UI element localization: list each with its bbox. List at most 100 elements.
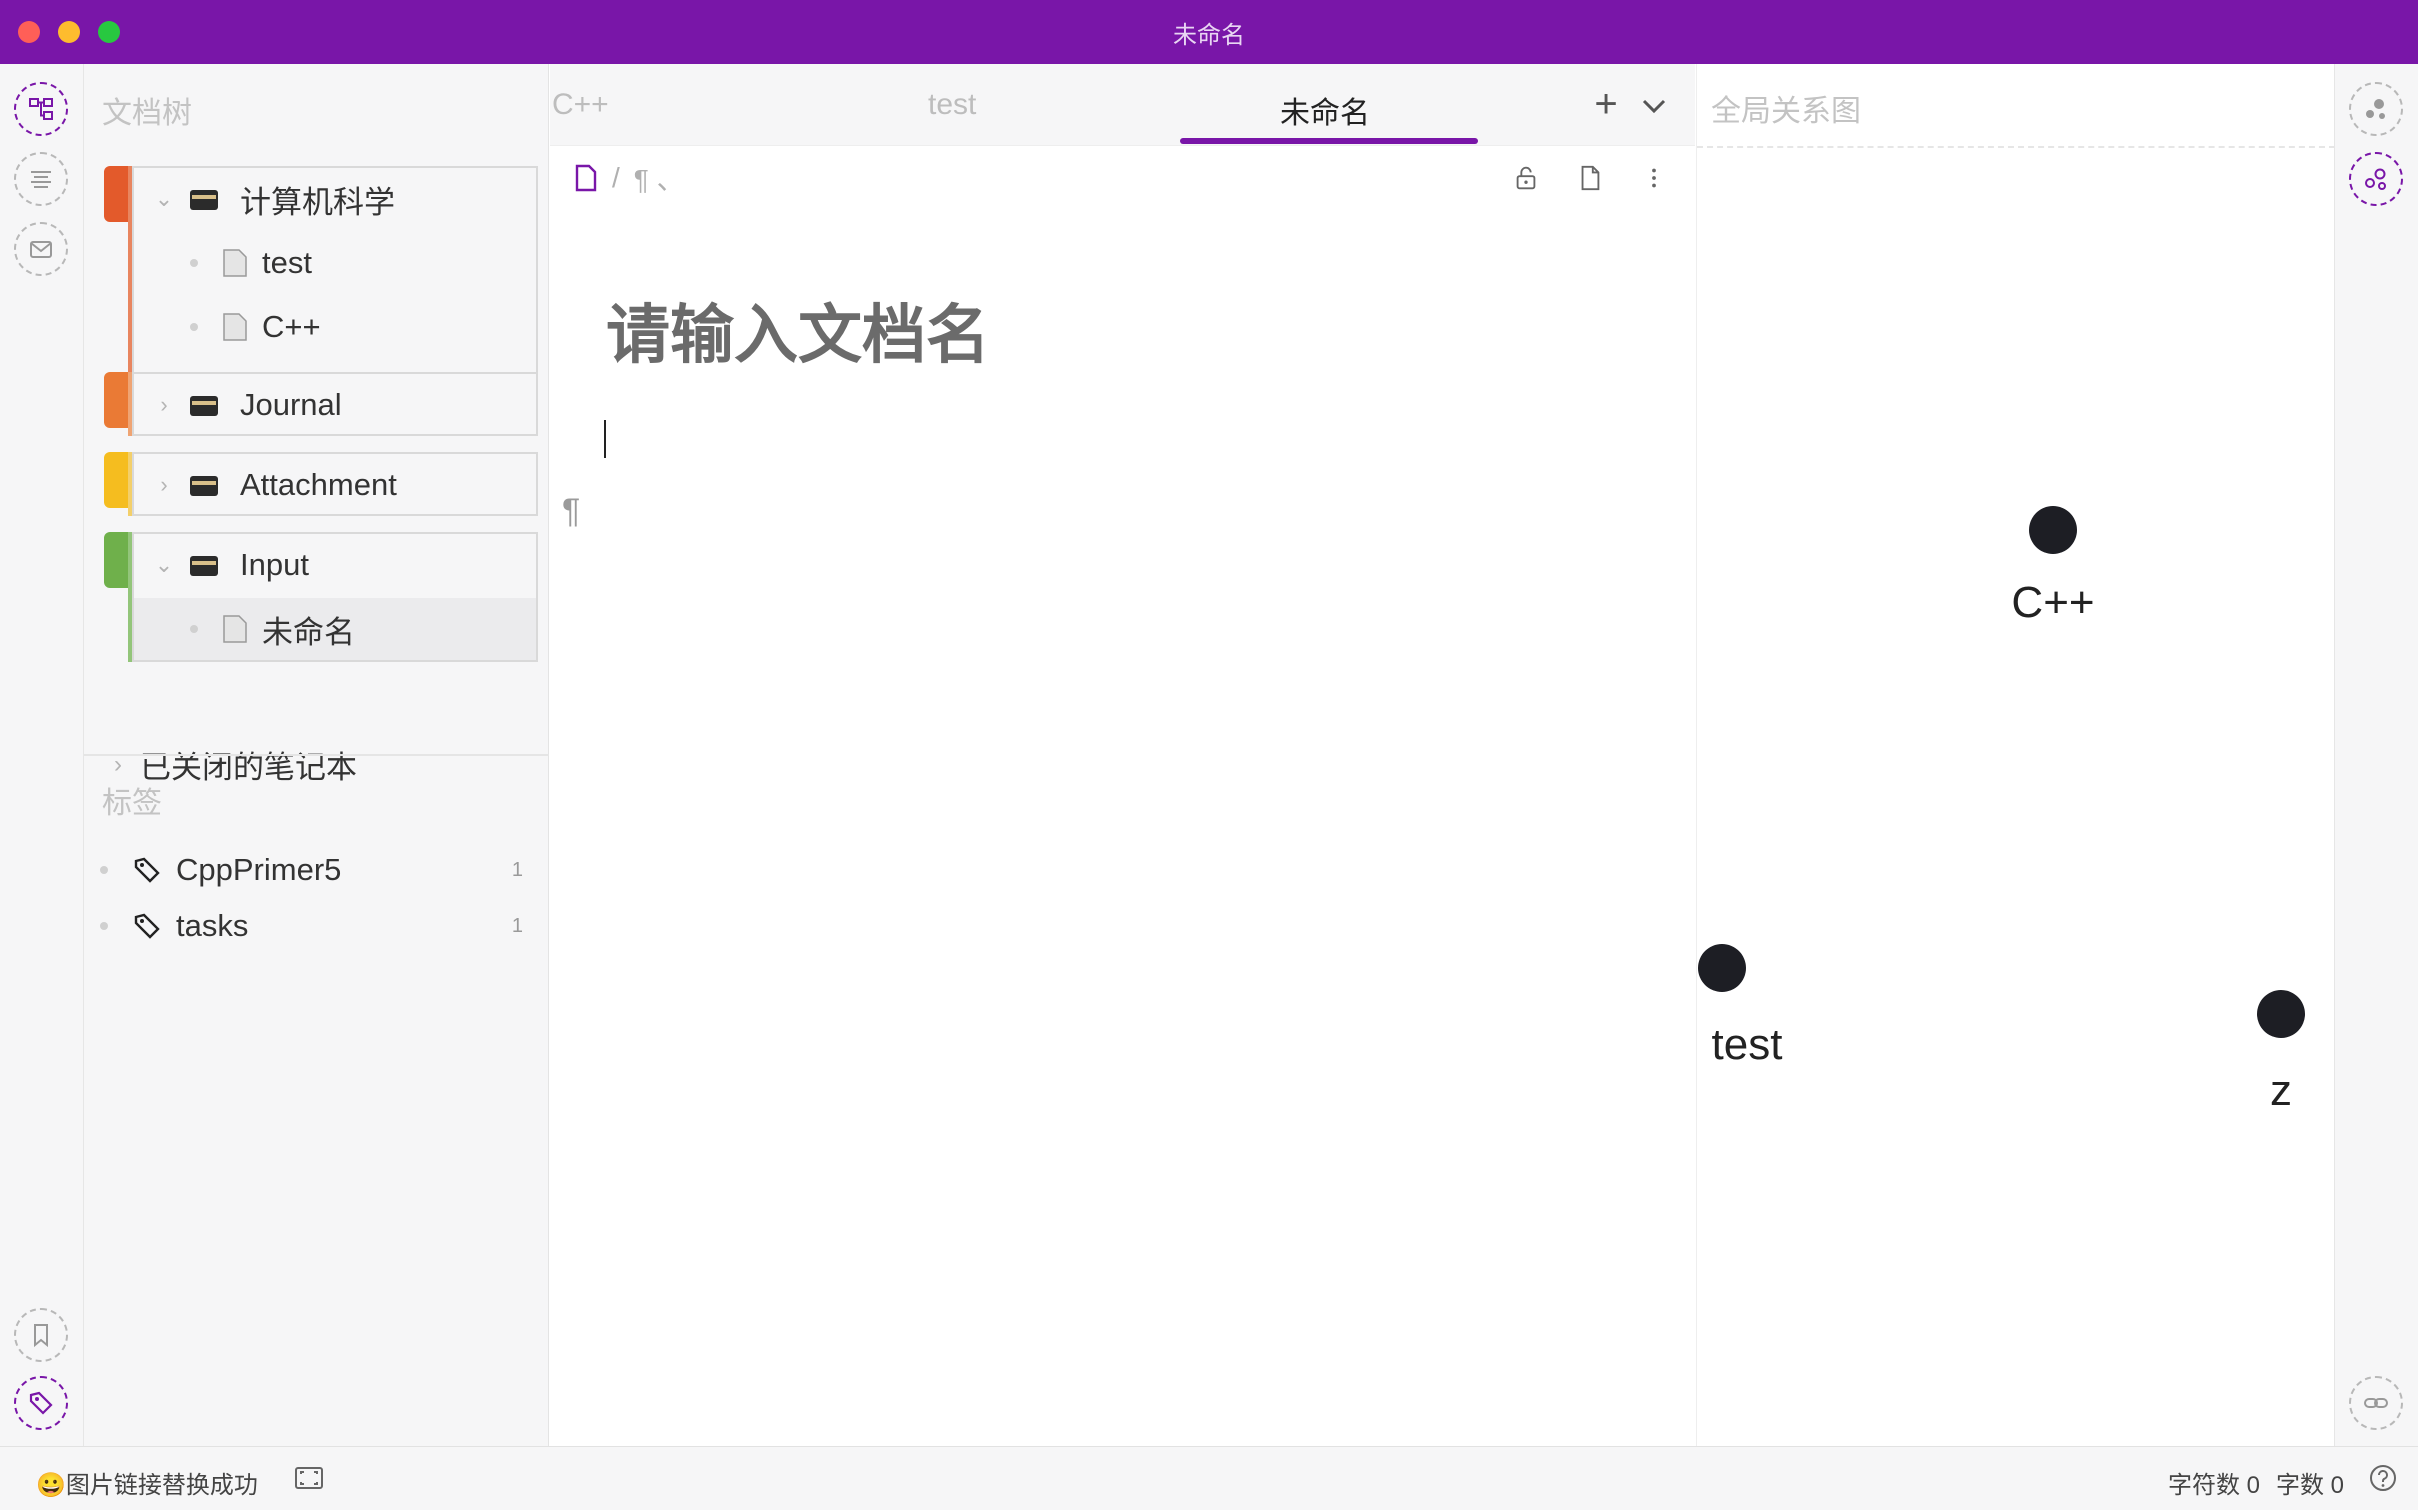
file-icon — [1581, 165, 1600, 191]
notebook-row[interactable]: ⌄ Input — [134, 534, 536, 596]
text-caret — [604, 420, 606, 458]
tags-title: 标签 — [102, 787, 162, 820]
graph-icon — [2366, 99, 2385, 119]
local-graph-dock-button[interactable] — [2349, 82, 2403, 136]
char-count: 字符数 0 — [2168, 1472, 2261, 1499]
outline-icon — [31, 171, 51, 188]
chevron-down-icon[interactable] — [1636, 88, 1672, 124]
bookmark-icon — [34, 1324, 48, 1348]
bullet-dot — [190, 259, 198, 267]
window-title: 未命名 — [1173, 21, 1245, 49]
left-dock — [0, 64, 84, 1446]
notebook-icon — [190, 556, 218, 576]
closed-notebooks-label: 已关闭的笔记本 — [140, 750, 357, 785]
notebook-journal: › Journal — [94, 372, 538, 436]
chevron-down-icon[interactable]: ⌄ — [154, 186, 174, 211]
bullet-dot — [100, 866, 108, 874]
bullet-dot — [190, 625, 198, 633]
breadcrumb-separator: / — [612, 162, 620, 193]
doc-name: 未命名 — [262, 614, 355, 650]
file-tree-dock-button[interactable] — [14, 82, 68, 136]
tag-name: tasks — [176, 908, 249, 943]
link-icon — [2364, 1398, 2388, 1408]
doc-name: C++ — [262, 309, 321, 344]
screenshot-icon[interactable] — [294, 1465, 324, 1491]
tag-icon — [134, 913, 160, 939]
document-icon — [223, 249, 247, 277]
notebook-name: Input — [240, 547, 309, 582]
tab-test[interactable]: test — [928, 88, 976, 122]
tab-cpp[interactable]: C++ — [552, 88, 609, 122]
tag-name: CppPrimer5 — [176, 852, 342, 887]
doc-row-untitled[interactable]: 未命名 — [134, 598, 536, 660]
notebook-icon — [190, 476, 218, 496]
tag-row-tasks[interactable]: tasks 1 — [84, 898, 549, 954]
chevron-down-icon[interactable]: ⌄ — [154, 552, 174, 577]
tab-bar: C++ test 未命名 + — [550, 64, 1695, 146]
tag-count: 1 — [511, 858, 523, 881]
doc-row-test[interactable]: test — [134, 232, 536, 294]
unlock-icon — [1516, 166, 1536, 190]
doc-info-button[interactable] — [1572, 160, 1608, 196]
file-tree-title: 文档树 — [102, 97, 192, 130]
notebook-row[interactable]: › Journal — [134, 374, 536, 436]
tag-count: 1 — [511, 914, 523, 937]
global-graph-panel: 全局关系图 C++ test z — [1696, 64, 2335, 1446]
close-window-button[interactable] — [18, 21, 40, 43]
chevron-right-icon[interactable]: › — [154, 392, 174, 417]
notebook-attachment: › Attachment — [94, 452, 538, 516]
more-options-button[interactable] — [1636, 160, 1672, 196]
panel-divider — [84, 754, 549, 756]
tags-dock-button[interactable] — [14, 1376, 68, 1430]
editor-panel: C++ test 未命名 + / ¶ 、 请输入文档名 ¶ — [550, 64, 1695, 1446]
minimize-window-button[interactable] — [58, 21, 80, 43]
breadcrumb-item[interactable]: ¶ 、 — [634, 158, 685, 198]
global-graph-dock-button[interactable] — [2349, 152, 2403, 206]
tag-icon — [134, 857, 160, 883]
graph-title: 全局关系图 — [1711, 95, 1861, 128]
graph-node-label: z — [2270, 1066, 2292, 1115]
paragraph-block-icon[interactable]: ¶ — [562, 492, 580, 531]
bookmark-dock-button[interactable] — [14, 1308, 68, 1362]
status-message: 😀图片链接替换成功 — [36, 1472, 258, 1499]
notebook-icon — [190, 190, 218, 210]
doc-row-cpp[interactable]: C++ — [134, 296, 536, 358]
maximize-window-button[interactable] — [98, 21, 120, 43]
tab-untitled[interactable]: 未命名 — [1280, 88, 1370, 132]
bullet-dot — [100, 922, 108, 930]
document-icon — [223, 313, 247, 341]
status-bar: 😀图片链接替换成功 字符数 0 字数 0 — [0, 1446, 2418, 1510]
notebook-row[interactable]: › Attachment — [134, 454, 536, 516]
more-vertical-icon — [1652, 168, 1656, 188]
document-icon — [223, 615, 247, 643]
graph-header-divider — [1697, 146, 2335, 148]
file-tree-icon — [29, 98, 53, 120]
graph-node[interactable] — [1698, 944, 1746, 992]
document-icon[interactable] — [574, 163, 598, 193]
global-graph-icon — [2365, 168, 2386, 190]
tag-row-cppprimer5[interactable]: CppPrimer5 1 — [84, 842, 549, 898]
lock-button[interactable] — [1508, 160, 1544, 196]
right-dock — [2334, 64, 2418, 1446]
inbox-dock-button[interactable] — [14, 222, 68, 276]
graph-node[interactable] — [2257, 990, 2305, 1038]
title-bar: 未命名 — [0, 0, 2418, 64]
word-count: 字数 0 — [2276, 1472, 2345, 1499]
graph-node-label: C++ — [2011, 578, 2095, 627]
new-tab-button[interactable]: + — [1586, 84, 1626, 124]
backlinks-dock-button[interactable] — [2349, 1376, 2403, 1430]
mail-icon — [30, 241, 52, 258]
notebook-name: Journal — [240, 387, 342, 422]
notebook-name: Attachment — [240, 467, 397, 502]
breadcrumb: / ¶ 、 — [574, 158, 685, 198]
notebook-row[interactable]: ⌄ 计算机科学 — [134, 168, 536, 230]
bullet-dot — [190, 323, 198, 331]
outline-dock-button[interactable] — [14, 152, 68, 206]
help-icon[interactable] — [2368, 1463, 2398, 1493]
graph-node-label: test — [1711, 1020, 1783, 1069]
graph-node[interactable] — [2029, 506, 2077, 554]
document-title-input[interactable]: 请输入文档名 — [606, 284, 990, 376]
notebook-input: ⌄ Input 未命名 — [94, 532, 538, 662]
chevron-right-icon[interactable]: › — [154, 472, 174, 497]
active-tab-indicator — [1180, 138, 1478, 144]
